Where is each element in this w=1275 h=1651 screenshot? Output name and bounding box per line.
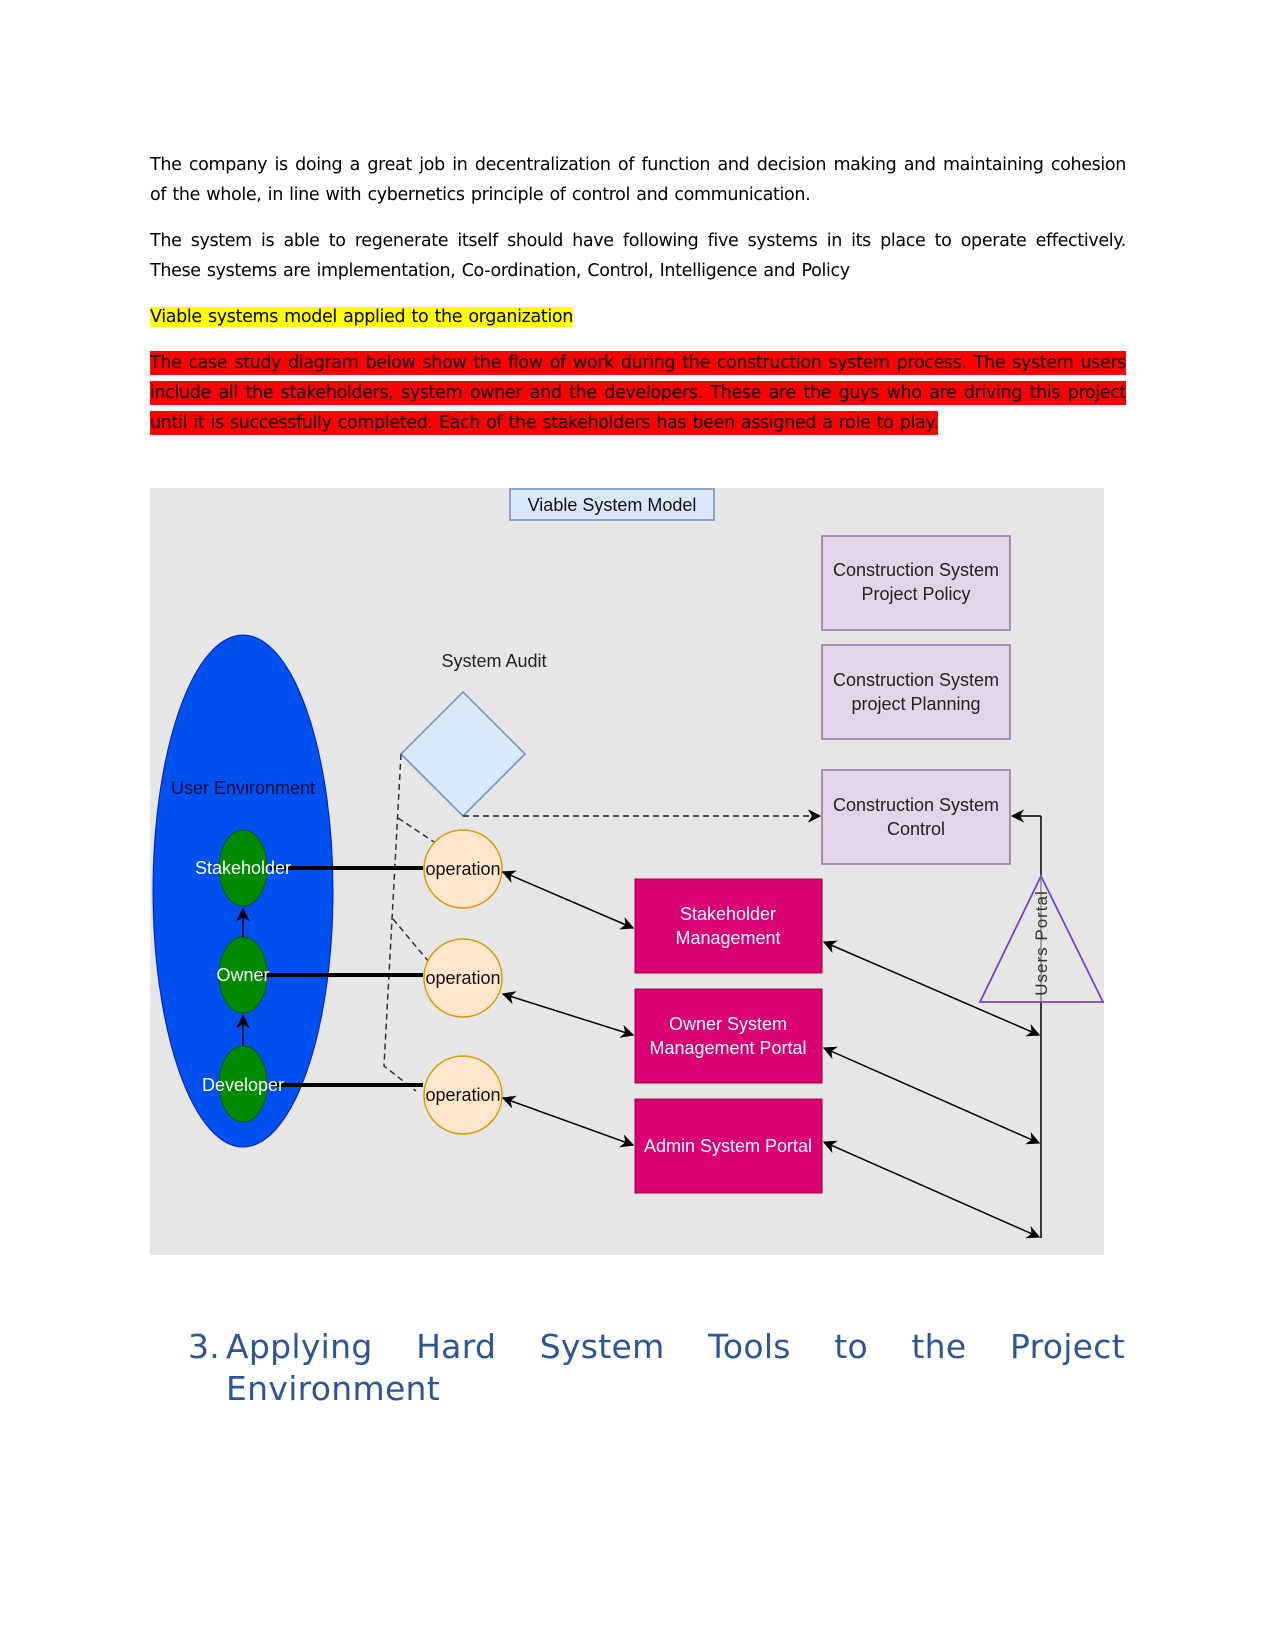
caption-text: Viable systems model applied to the orga…: [150, 307, 574, 327]
heading-word: System: [539, 1327, 665, 1366]
operation-node-1: operation: [423, 829, 503, 909]
document-page: The company is doing a great job in dece…: [0, 0, 1275, 1651]
heading-word: to: [834, 1327, 868, 1366]
heading-word: the: [911, 1327, 967, 1366]
developer-label: Developer: [202, 1075, 284, 1095]
operation-label-1: operation: [425, 859, 500, 879]
users-portal-label: Users Portal: [1032, 890, 1051, 996]
construction-control-line1: Construction System: [833, 795, 999, 815]
operation-label-3: operation: [425, 1085, 500, 1105]
heading-word: Tools: [708, 1327, 791, 1366]
owner-management-line2: Management Portal: [649, 1038, 806, 1058]
construction-policy-box: Construction System Project Policy: [821, 535, 1011, 631]
red-paragraph-text: The case study diagram below show the fl…: [150, 351, 1126, 435]
construction-planning-box: Construction System project Planning: [821, 644, 1011, 740]
operation-node-2: operation: [423, 938, 503, 1018]
construction-policy-line2: Project Policy: [861, 584, 970, 604]
construction-planning-line2: project Planning: [851, 694, 980, 714]
stakeholder-management-line2: Management: [675, 928, 780, 948]
admin-system-portal-box: Admin System Portal: [634, 1098, 823, 1194]
red-highlighted-paragraph: The case study diagram below show the fl…: [150, 348, 1126, 438]
heading-word: Project: [1009, 1327, 1125, 1366]
paragraph-five-systems: The system is able to regenerate itself …: [150, 231, 1126, 281]
section-heading: 3. Applying Hard System Tools to the Pro…: [188, 1326, 1125, 1410]
construction-planning-line1: Construction System: [833, 670, 999, 690]
section-number: 3.: [188, 1327, 221, 1366]
owner-management-line1: Owner System: [669, 1014, 787, 1034]
diagram-title: Viable System Model: [528, 495, 697, 515]
construction-policy-line1: Construction System: [833, 560, 999, 580]
heading-word: Applying: [226, 1327, 373, 1366]
section-title: Applying Hard System Tools to the Projec…: [226, 1326, 1125, 1410]
highlighted-caption: Viable systems model applied to the orga…: [150, 302, 1126, 332]
operation-node-3: operation: [423, 1055, 503, 1135]
stakeholder-management-box: Stakeholder Management: [634, 878, 823, 974]
viable-system-model-diagram: Viable System Model Construction System …: [150, 488, 1104, 1255]
construction-control-box: Construction System Control: [821, 769, 1011, 865]
section-title-line2: Environment: [226, 1369, 441, 1408]
owner-label: Owner: [216, 965, 269, 985]
paragraph-decentralization: The company is doing a great job in dece…: [150, 155, 1126, 205]
heading-word: Hard: [416, 1327, 497, 1366]
owner-system-management-box: Owner System Management Portal: [634, 988, 823, 1084]
construction-control-line2: Control: [887, 819, 945, 839]
operation-label-2: operation: [425, 968, 500, 988]
user-environment-label: User Environment: [171, 778, 315, 798]
stakeholder-label: Stakeholder: [195, 858, 291, 878]
system-audit-label: System Audit: [441, 651, 546, 671]
stakeholder-management-line1: Stakeholder: [680, 904, 776, 924]
admin-portal-label: Admin System Portal: [644, 1136, 812, 1156]
section-title-line1: Applying Hard System Tools to the Projec…: [226, 1326, 1125, 1368]
